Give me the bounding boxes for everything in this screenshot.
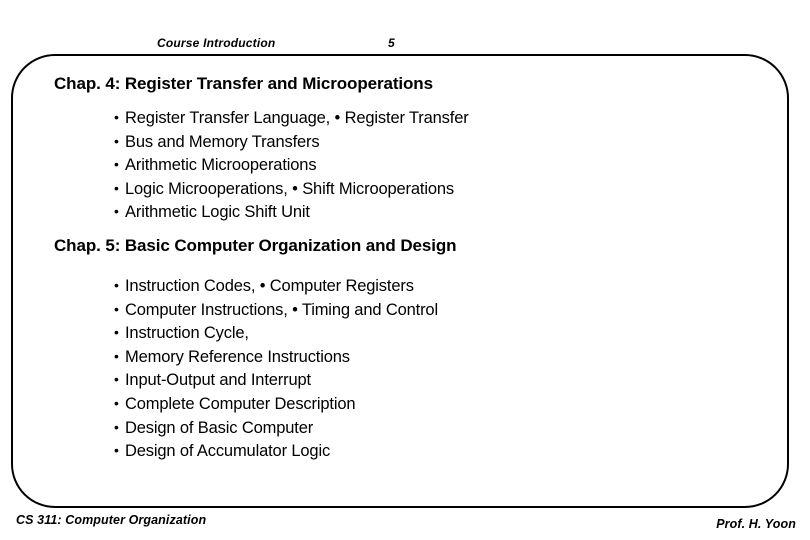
chapter-4-heading: Chap. 4: Register Transfer and Microoper… [54,74,433,93]
list-item-label: Arithmetic Microoperations [125,156,317,175]
list-item: • Computer Instructions, • Timing and Con… [114,298,438,322]
bullet-icon: • [114,156,119,173]
slide-footer: CS 311: Computer Organization Prof. H. Y… [0,509,810,539]
list-item: • Instruction Cycle, [114,321,438,345]
bullet-icon: • [114,418,119,435]
list-item: • Instruction Codes, • Computer Registers [114,274,438,298]
list-item: • Register Transfer Language, • Register … [114,106,469,130]
list-item-label: Input-Output and Interrupt [125,371,311,390]
list-item-label: Complete Computer Description [125,394,356,413]
list-item-label: Design of Basic Computer [125,418,314,437]
list-item-label: Arithmetic Logic Shift Unit [125,203,310,222]
list-item: • Design of Basic Computer [114,416,438,440]
list-item: • Input-Output and Interrupt [114,368,438,392]
header-slide-number: 5 [388,36,395,50]
slide-header: Course Introduction 5 [0,36,810,56]
list-item: • Logic Microoperations, • Shift Microope… [114,177,469,201]
list-item: • Arithmetic Logic Shift Unit [114,200,469,224]
list-item-label: Memory Reference Instructions [125,347,350,366]
bullet-icon: • [114,203,119,220]
slide-content: Chap. 4: Register Transfer and Microoper… [0,54,810,508]
bullet-icon: • [114,442,119,459]
list-item-label: Bus and Memory Transfers [125,132,320,151]
chapter-5-topic-list: • Instruction Codes, • Computer Registers… [114,274,438,463]
bullet-icon: • [114,277,119,293]
chapter-4-topic-list: • Register Transfer Language, • Register … [114,106,469,224]
list-item-label: Logic Microoperations, • Shift Microoper… [125,179,455,198]
list-item-label: Instruction Codes, • Computer Registers [125,277,414,295]
list-item: • Arithmetic Microoperations [114,153,469,177]
list-item: • Complete Computer Description [114,392,438,416]
bullet-icon: • [114,300,119,317]
bullet-icon: • [114,347,119,364]
header-course-title: Course Introduction [157,36,276,50]
list-item-label: Design of Accumulator Logic [125,442,331,461]
list-item-label: Computer Instructions, • Timing and Cont… [125,300,438,319]
list-item: • Design of Accumulator Logic [114,439,438,463]
bullet-icon: • [114,109,119,125]
bullet-icon: • [114,324,119,341]
bullet-icon: • [114,394,119,411]
list-item: • Memory Reference Instructions [114,345,438,369]
chapter-5-heading: Chap. 5: Basic Computer Organization and… [54,236,457,255]
bullet-icon: • [114,132,119,149]
footer-course-name: CS 311: Computer Organization [16,513,207,527]
list-item-label: Register Transfer Language, • Register T… [125,109,469,127]
footer-author: Prof. H. Yoon [716,517,796,531]
bullet-icon: • [114,179,119,196]
list-item-label: Instruction Cycle, [125,324,249,343]
bullet-icon: • [114,371,119,388]
list-item: • Bus and Memory Transfers [114,130,469,154]
